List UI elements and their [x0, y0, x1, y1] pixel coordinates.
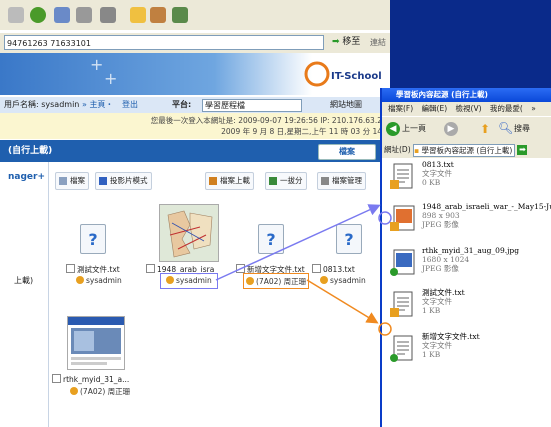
- highlight-circle-orange: [378, 322, 392, 336]
- arrow-orange: [306, 279, 379, 324]
- arrow-blue: [215, 204, 381, 281]
- highlight-circle-blue: [378, 211, 392, 225]
- annotation-arrows: [215, 204, 392, 336]
